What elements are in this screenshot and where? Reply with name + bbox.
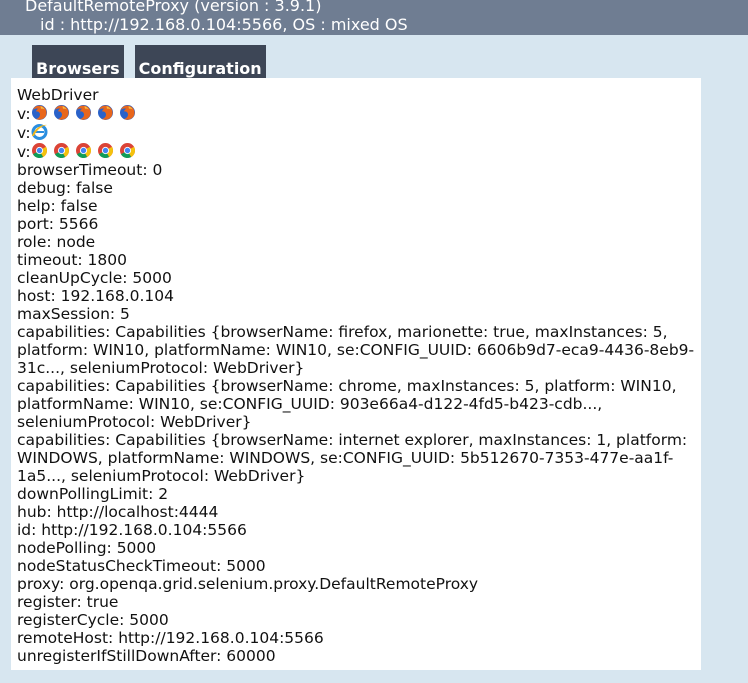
page: DefaultRemoteProxy (version : 3.9.1) id … — [0, 0, 748, 683]
config-entry: role: node — [17, 233, 96, 251]
config-list: browserTimeout: 0 debug: false help: false… — [17, 161, 697, 665]
browser-row-ie: v: — [17, 123, 697, 142]
firefox-icon — [119, 104, 136, 121]
configuration-panel: WebDriver v: v: v: browserTimeout: 0 debu… — [11, 78, 701, 670]
tab-configuration[interactable]: Configuration — [134, 45, 266, 78]
browser-row-chrome: v: — [17, 142, 697, 161]
config-entry: proxy: org.openqa.grid.selenium.proxy.De… — [17, 575, 479, 593]
config-entry: timeout: 1800 — [17, 251, 127, 269]
config-entry: nodePolling: 5000 — [17, 539, 157, 557]
config-entry: browserTimeout: 0 — [17, 161, 163, 179]
version-prefix: v: — [17, 143, 31, 161]
config-entry: registerCycle: 5000 — [17, 611, 169, 629]
firefox-icon — [97, 104, 114, 121]
firefox-icon — [75, 104, 92, 121]
firefox-icon — [53, 104, 70, 121]
firefox-icons — [31, 104, 136, 121]
config-entry: capabilities: Capabilities {browserName:… — [17, 431, 688, 485]
ie-icons — [31, 123, 48, 140]
panel-content: WebDriver v: v: v: browserTimeout: 0 debu… — [17, 86, 697, 665]
internet-explorer-icon — [31, 123, 48, 140]
config-entry: cleanUpCycle: 5000 — [17, 269, 172, 287]
proxy-title: DefaultRemoteProxy (version : 3.9.1) — [25, 0, 322, 15]
config-entry: hub: http://localhost:4444 — [17, 503, 219, 521]
version-prefix: v: — [17, 124, 31, 142]
config-entry: register: true — [17, 593, 119, 611]
version-prefix: v: — [17, 105, 31, 123]
chrome-icon — [75, 142, 92, 159]
chrome-icon — [53, 142, 70, 159]
config-entry: remoteHost: http://192.168.0.104:5566 — [17, 629, 324, 647]
config-entry: downPollingLimit: 2 — [17, 485, 169, 503]
config-entry: capabilities: Capabilities {browserName:… — [17, 377, 677, 431]
config-entry: port: 5566 — [17, 215, 99, 233]
config-entry: host: 192.168.0.104 — [17, 287, 175, 305]
chrome-icon — [119, 142, 136, 159]
proxy-header: DefaultRemoteProxy (version : 3.9.1) id … — [0, 0, 748, 35]
config-entry: nodeStatusCheckTimeout: 5000 — [17, 557, 266, 575]
config-entry: unregisterIfStillDownAfter: 60000 — [17, 647, 276, 665]
chrome-icons — [31, 142, 136, 159]
browser-row-firefox: v: — [17, 104, 697, 123]
tab-browsers[interactable]: Browsers — [32, 45, 124, 78]
config-entry: id: http://192.168.0.104:5566 — [17, 521, 247, 539]
chrome-icon — [31, 142, 48, 159]
protocol-heading: WebDriver — [17, 86, 99, 104]
firefox-icon — [31, 104, 48, 121]
chrome-icon — [97, 142, 114, 159]
config-entry: debug: false — [17, 179, 113, 197]
config-entry: maxSession: 5 — [17, 305, 130, 323]
proxy-subtitle: id : http://192.168.0.104:5566, OS : mix… — [40, 15, 408, 34]
config-entry: help: false — [17, 197, 98, 215]
tab-bar: Browsers Configuration — [32, 45, 266, 78]
config-entry: capabilities: Capabilities {browserName:… — [17, 323, 695, 377]
